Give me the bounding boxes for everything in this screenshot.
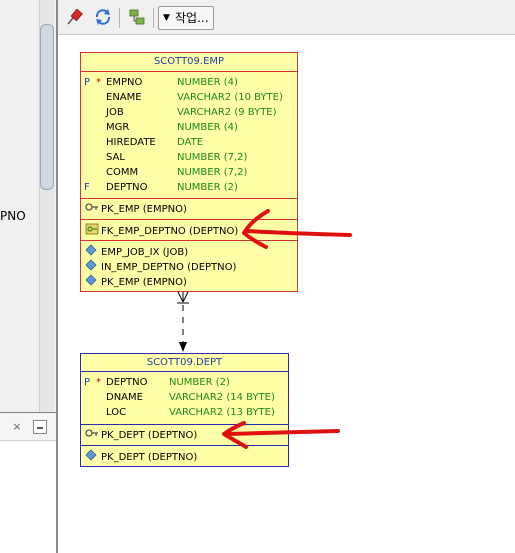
not-null-marker: * [96,377,101,388]
section-divider [81,445,288,446]
minimize-icon[interactable] [33,420,47,434]
column-type: VARCHAR2 (13 BYTE) [169,407,275,418]
foreign-key-marker: F [84,182,90,193]
foreign-key-constraint[interactable]: FK_EMP_DEPTNO (DEPTNO) [85,223,238,237]
emp-table[interactable]: SCOTT09.EMP P * EMPNO NUMBER (4) ENAME V… [80,52,298,292]
section-divider [81,424,288,425]
column-name: DEPTNO [106,182,148,193]
left-divider [0,412,56,413]
column-type: VARCHAR2 (9 BYTE) [177,107,277,118]
column-type: NUMBER (4) [177,122,238,133]
column-row[interactable]: JOB VARCHAR2 (9 BYTE) [81,105,297,120]
toolbar-separator [119,8,120,28]
column-type: NUMBER (7,2) [177,152,248,163]
constraint-name: FK_EMP_DEPTNO (DEPTNO) [101,225,239,237]
column-name: EMPNO [106,77,143,88]
pin-icon[interactable] [64,7,84,27]
column-name: MGR [106,122,130,133]
constraint-name: PK_EMP (EMPNO) [101,203,187,215]
section-divider [81,240,297,241]
emp-table-title: SCOTT09.EMP [81,53,297,72]
dept-table[interactable]: SCOTT09.DEPT P * DEPTNO NUMBER (2) DNAME… [80,353,289,467]
column-name: HIREDATE [106,137,156,148]
column-row[interactable]: HIREDATE DATE [81,135,297,150]
column-row[interactable]: SAL NUMBER (7,2) [81,150,297,165]
column-row[interactable]: MGR NUMBER (4) [81,120,297,135]
constraint-name: PK_DEPT (DEPTNO) [101,429,198,441]
index-name: PK_DEPT (DEPTNO) [101,451,198,463]
foreign-key-icon [85,223,99,240]
layout-icon[interactable] [127,7,147,27]
index-name: EMP_JOB_IX (JOB) [101,246,189,258]
column-name: JOB [106,107,124,118]
close-icon[interactable]: × [10,420,24,434]
column-row[interactable]: LOC VARCHAR2 (13 BYTE) [81,405,288,420]
column-type: NUMBER (2) [169,377,230,388]
action-dropdown[interactable]: ▼ 작업... [158,6,214,30]
section-divider [81,198,297,199]
index-name: IN_EMP_DEPTNO (DEPTNO) [101,261,237,273]
relationship-connector[interactable] [160,290,210,354]
column-row[interactable]: COMM NUMBER (7,2) [81,165,297,180]
column-type: NUMBER (4) [177,77,238,88]
left-lower-panel [0,441,56,553]
column-row[interactable]: ENAME VARCHAR2 (10 BYTE) [81,90,297,105]
left-bottom-toolbar [0,414,56,441]
column-type: VARCHAR2 (10 BYTE) [177,92,283,103]
index-icon [85,274,99,291]
column-type: VARCHAR2 (14 BYTE) [169,392,275,403]
primary-key-constraint[interactable]: PK_EMP (EMPNO) [85,202,187,216]
index-row[interactable]: PK_DEPT (DEPTNO) [85,449,197,463]
primary-key-constraint[interactable]: PK_DEPT (DEPTNO) [85,428,197,442]
key-icon [85,428,99,443]
not-null-marker: * [96,77,101,88]
index-icon [85,449,99,466]
dept-table-title: SCOTT09.DEPT [81,354,288,372]
toolbar-separator [153,8,154,28]
primary-key-marker: P [84,377,91,388]
column-row[interactable]: DNAME VARCHAR2 (14 BYTE) [81,390,288,405]
column-type: DATE [177,137,204,148]
index-row[interactable]: EMP_JOB_IX (JOB) [85,244,188,258]
column-name: COMM [106,167,139,178]
column-name: DEPTNO [106,377,148,388]
index-row[interactable]: IN_EMP_DEPTNO (DEPTNO) [85,259,236,273]
column-name: ENAME [106,92,142,103]
column-type: NUMBER (2) [177,182,238,193]
column-type: NUMBER (7,2) [177,167,248,178]
left-panel-text: PNO [0,209,26,223]
index-row[interactable]: PK_EMP (EMPNO) [85,274,187,288]
left-scrollbar-thumb[interactable] [40,24,54,190]
column-name: SAL [106,152,125,163]
key-icon [85,202,99,217]
column-row[interactable]: P * EMPNO NUMBER (4) [81,75,297,90]
column-name: LOC [106,407,127,418]
section-divider [81,219,297,220]
column-name: DNAME [106,392,143,403]
primary-key-marker: P [84,77,91,88]
chevron-down-icon: ▼ [163,13,170,23]
action-dropdown-label: 작업... [175,11,209,25]
index-name: PK_EMP (EMPNO) [101,276,187,288]
column-row[interactable]: F DEPTNO NUMBER (2) [81,180,297,195]
column-row[interactable]: P * DEPTNO NUMBER (2) [81,375,288,390]
refresh-icon[interactable] [93,7,113,27]
